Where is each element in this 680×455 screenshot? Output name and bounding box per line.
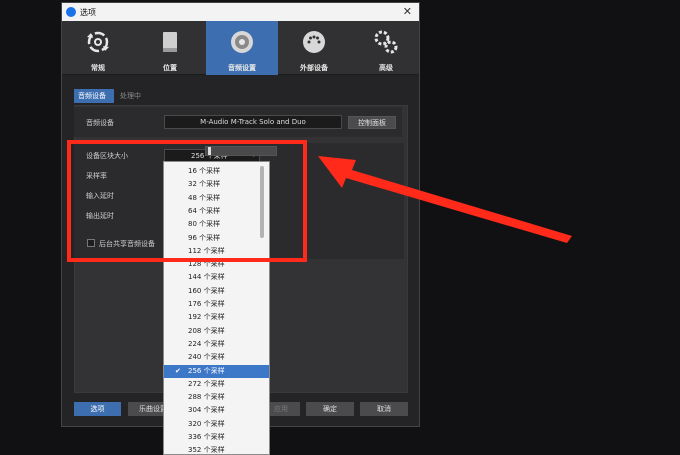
- list-item[interactable]: 192 个采样: [164, 311, 269, 324]
- list-item[interactable]: 304 个采样: [164, 404, 269, 417]
- control-panel-button[interactable]: 控制面板: [348, 116, 396, 129]
- list-item-label: 272 个采样: [188, 379, 225, 388]
- list-item-label: 224 个采样: [188, 339, 225, 348]
- list-item-label: 208 个采样: [188, 326, 225, 335]
- list-item[interactable]: 176 个采样: [164, 298, 269, 311]
- tool-locations[interactable]: 位置: [134, 21, 206, 75]
- list-item-label: 304 个采样: [188, 406, 225, 415]
- list-item-label: 176 个采样: [188, 300, 225, 308]
- list-item-label: 352 个采样: [188, 446, 225, 455]
- tool-audio-setup[interactable]: 音频设置: [206, 21, 278, 75]
- list-item-label: 320 个采样: [188, 419, 225, 428]
- midi-connector-icon: [303, 31, 325, 53]
- settings-toolbar: 常规 位置 音频设置 外部设备 高级: [62, 21, 419, 75]
- list-item[interactable]: 208 个采样: [164, 325, 269, 338]
- title-bar: 选项 ✕: [62, 3, 419, 21]
- cancel-button[interactable]: 取消: [360, 402, 408, 416]
- list-item-label: 240 个采样: [188, 353, 225, 362]
- gears-icon: [374, 30, 398, 54]
- tool-external-devices[interactable]: 外部设备: [278, 21, 350, 75]
- device-label: 音频设备: [86, 119, 114, 127]
- list-item-label: 192 个采样: [188, 313, 225, 322]
- tool-label: 位置: [163, 64, 177, 72]
- list-item[interactable]: 240 个采样: [164, 351, 269, 364]
- list-item[interactable]: 352 个采样: [164, 444, 269, 455]
- tab-processing[interactable]: 处理中: [116, 89, 150, 103]
- tool-label: 音频设置: [228, 64, 256, 72]
- check-icon: ✔: [175, 366, 181, 375]
- list-item-label: 336 个采样: [188, 433, 225, 441]
- window-title: 选项: [80, 8, 96, 17]
- list-item[interactable]: 144 个采样: [164, 271, 269, 284]
- app-icon: [66, 7, 76, 17]
- speaker-icon: [231, 31, 253, 53]
- list-item[interactable]: 160 个采样: [164, 285, 269, 298]
- tool-label: 高级: [379, 64, 393, 72]
- list-item-label: 144 个采样: [188, 273, 225, 282]
- drive-icon: [163, 32, 177, 52]
- list-item[interactable]: 272 个采样: [164, 378, 269, 391]
- gear-arrows-icon: [87, 31, 109, 53]
- list-item-label: 160 个采样: [188, 286, 225, 295]
- close-icon[interactable]: ✕: [403, 5, 412, 18]
- ok-button[interactable]: 确定: [306, 402, 354, 416]
- list-item[interactable]: 320 个采样: [164, 418, 269, 431]
- device-dropdown[interactable]: M-Audio M-Track Solo and Duo: [164, 115, 342, 129]
- list-item-label: 288 个采样: [188, 393, 225, 402]
- tab-audio-device[interactable]: 音频设备: [74, 89, 114, 103]
- tool-label: 外部设备: [300, 64, 328, 72]
- list-item[interactable]: 288 个采样: [164, 391, 269, 404]
- list-item[interactable]: ✔ 256 个采样: [164, 364, 269, 378]
- options-button[interactable]: 选项: [74, 402, 121, 416]
- list-item-label: 256 个采样: [188, 366, 225, 375]
- annotation-box: [67, 140, 307, 262]
- list-item[interactable]: 224 个采样: [164, 338, 269, 351]
- tool-advanced[interactable]: 高级: [350, 21, 422, 75]
- list-item[interactable]: 336 个采样: [164, 431, 269, 444]
- tool-general[interactable]: 常规: [62, 21, 134, 75]
- tool-label: 常规: [91, 64, 105, 72]
